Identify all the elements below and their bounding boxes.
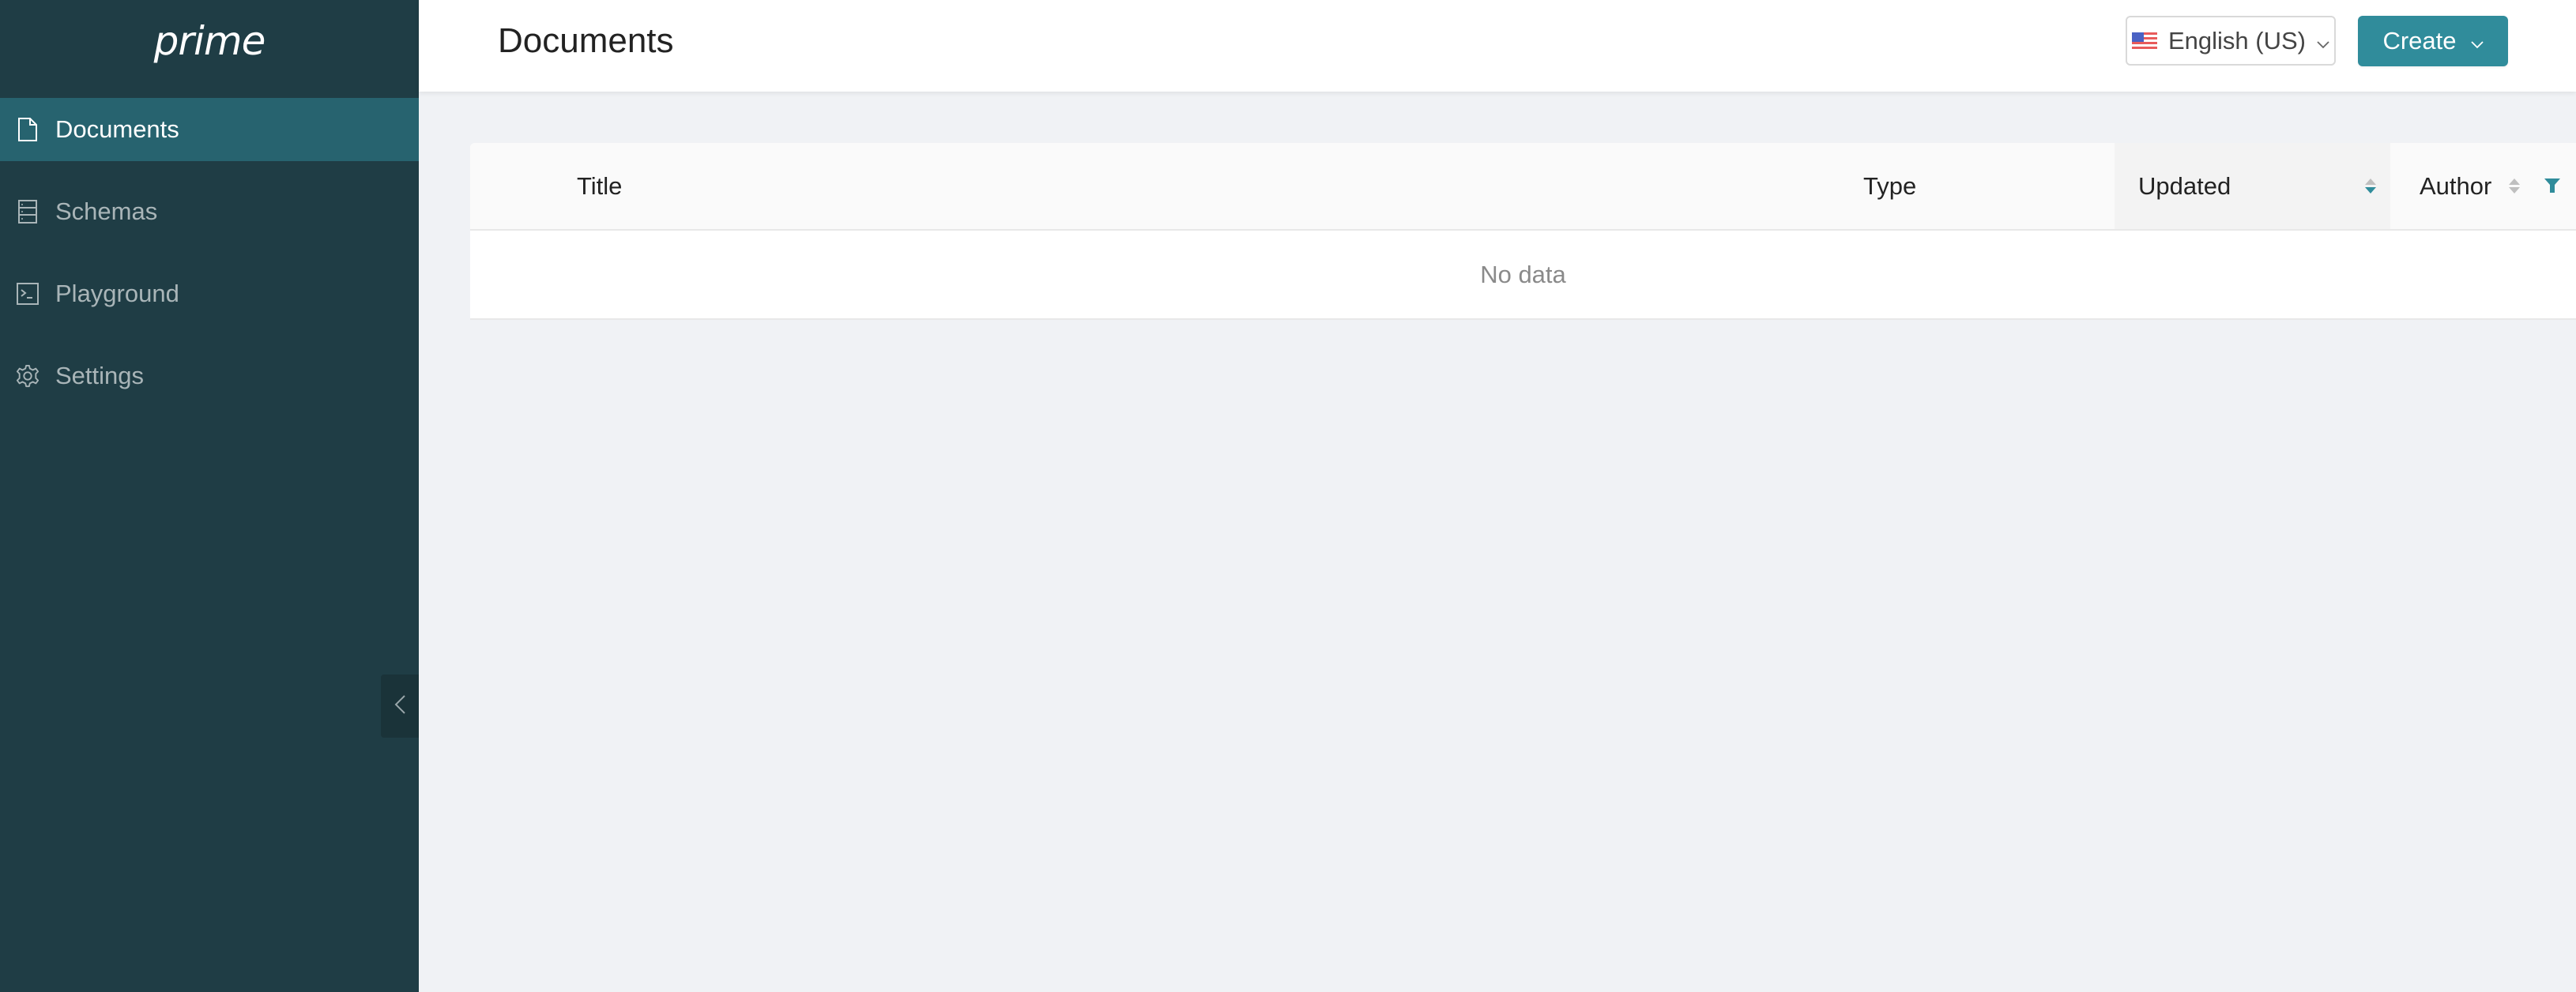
sidebar-collapse-button[interactable] (381, 674, 419, 738)
column-label: Author (2420, 171, 2492, 200)
sidebar-item-schemas[interactable]: Schemas (0, 180, 419, 243)
column-header-updated[interactable]: Updated (2115, 143, 2390, 229)
column-label: Type (1863, 171, 1917, 200)
language-label: English (US) (2168, 26, 2306, 54)
app-logo[interactable]: prime (0, 0, 419, 92)
file-icon (16, 117, 40, 142)
header: Documents English (US) Create (419, 0, 2576, 92)
sidebar-item-settings[interactable]: Settings (0, 344, 419, 408)
documents-table: Title Type Updated Author No data (470, 143, 2576, 320)
column-header-author[interactable]: Author (2420, 143, 2561, 229)
sort-descending-icon (2365, 187, 2376, 194)
sidebar: prime Documents Schemas Playground Setti… (0, 0, 419, 992)
empty-state: No data (470, 231, 2576, 320)
page-title: Documents (498, 21, 674, 60)
sort-ascending-icon (2509, 178, 2521, 185)
filter-icon[interactable] (2544, 172, 2561, 201)
create-button[interactable]: Create (2358, 16, 2508, 66)
language-select[interactable]: English (US) (2126, 16, 2336, 66)
chevron-left-icon (394, 694, 406, 719)
gear-icon (16, 363, 40, 389)
sidebar-item-label: Documents (55, 115, 179, 143)
sidebar-item-label: Settings (55, 362, 145, 389)
sort-icon[interactable] (2509, 178, 2521, 194)
us-flag-icon (2132, 32, 2157, 50)
create-label: Create (2382, 27, 2457, 54)
chevron-down-icon (2470, 27, 2484, 55)
sidebar-menu: Documents Schemas Playground Settings (0, 98, 419, 426)
sort-ascending-icon (2365, 178, 2376, 185)
chevron-down-icon (2317, 27, 2329, 55)
sidebar-item-label: Playground (55, 280, 179, 307)
sort-descending-icon (2509, 187, 2521, 194)
sidebar-item-playground[interactable]: Playground (0, 262, 419, 325)
column-header-title: Title (577, 143, 622, 229)
column-header-type: Type (1863, 143, 1916, 229)
sidebar-item-documents[interactable]: Documents (0, 98, 419, 161)
terminal-icon (16, 281, 40, 306)
column-label: Title (577, 171, 623, 200)
table-header: Title Type Updated Author (470, 143, 2576, 231)
sidebar-item-label: Schemas (55, 197, 158, 225)
sort-icon[interactable] (2365, 178, 2376, 194)
schema-icon (16, 199, 40, 224)
column-label: Updated (2138, 171, 2231, 200)
